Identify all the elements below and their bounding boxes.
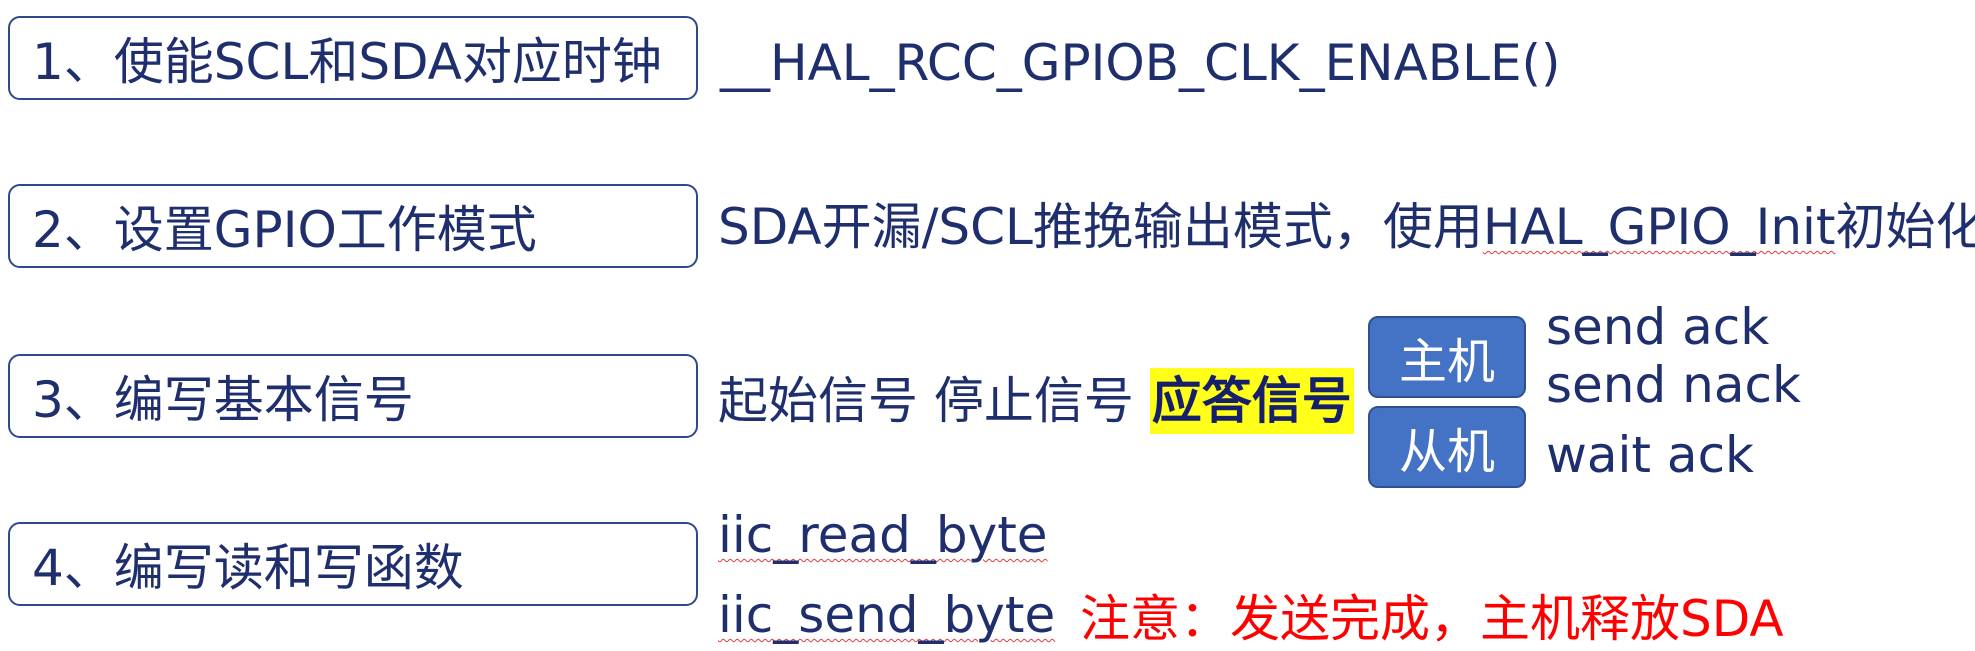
step-2-detail-function: HAL_GPIO_Init (1482, 198, 1836, 256)
step-2-box: 2、设置GPIO工作模式 (8, 184, 698, 268)
step-2-label: 2、设置GPIO工作模式 (32, 201, 537, 259)
function-read-byte: iic_read_byte (718, 506, 1048, 564)
step-3-box: 3、编写基本信号 (8, 354, 698, 438)
step-2-detail-suffix: 初始化 (1835, 198, 1975, 256)
master-item-send-ack: send ack (1546, 298, 1770, 356)
slave-label: 从机 (1398, 424, 1495, 480)
step-3-label: 3、编写基本信号 (32, 371, 414, 429)
step-1-box: 1、使能SCL和SDA对应时钟 (8, 16, 698, 100)
master-label: 主机 (1398, 334, 1495, 390)
step-3-detail-highlight: 应答信号 (1149, 368, 1354, 434)
step-1-detail: __HAL_RCC_GPIOB_CLK_ENABLE() (720, 34, 1561, 92)
step-3-detail-plain: 起始信号 停止信号 (718, 372, 1150, 430)
master-badge: 主机 (1368, 316, 1526, 398)
step-2-detail-prefix: SDA开漏/SCL推挽输出模式，使用 (718, 198, 1483, 256)
release-sda-note: 注意：发送完成，主机释放SDA (1080, 590, 1784, 648)
step-4-box: 4、编写读和写函数 (8, 522, 698, 606)
step-4-label: 4、编写读和写函数 (32, 539, 464, 597)
slave-item-wait-ack: wait ack (1546, 426, 1755, 484)
step-1-label: 1、使能SCL和SDA对应时钟 (32, 33, 662, 91)
master-item-send-nack-text: send nack (1546, 356, 1801, 414)
master-item-send-nack: send nack (1546, 360, 1801, 410)
step-2-detail: SDA开漏/SCL推挽输出模式，使用HAL_GPIO_Init初始化 (718, 202, 1975, 252)
slave-badge: 从机 (1368, 406, 1526, 488)
step-3-detail: 起始信号 停止信号 应答信号 (718, 368, 1354, 434)
function-send-byte: iic_send_byte (718, 586, 1056, 644)
